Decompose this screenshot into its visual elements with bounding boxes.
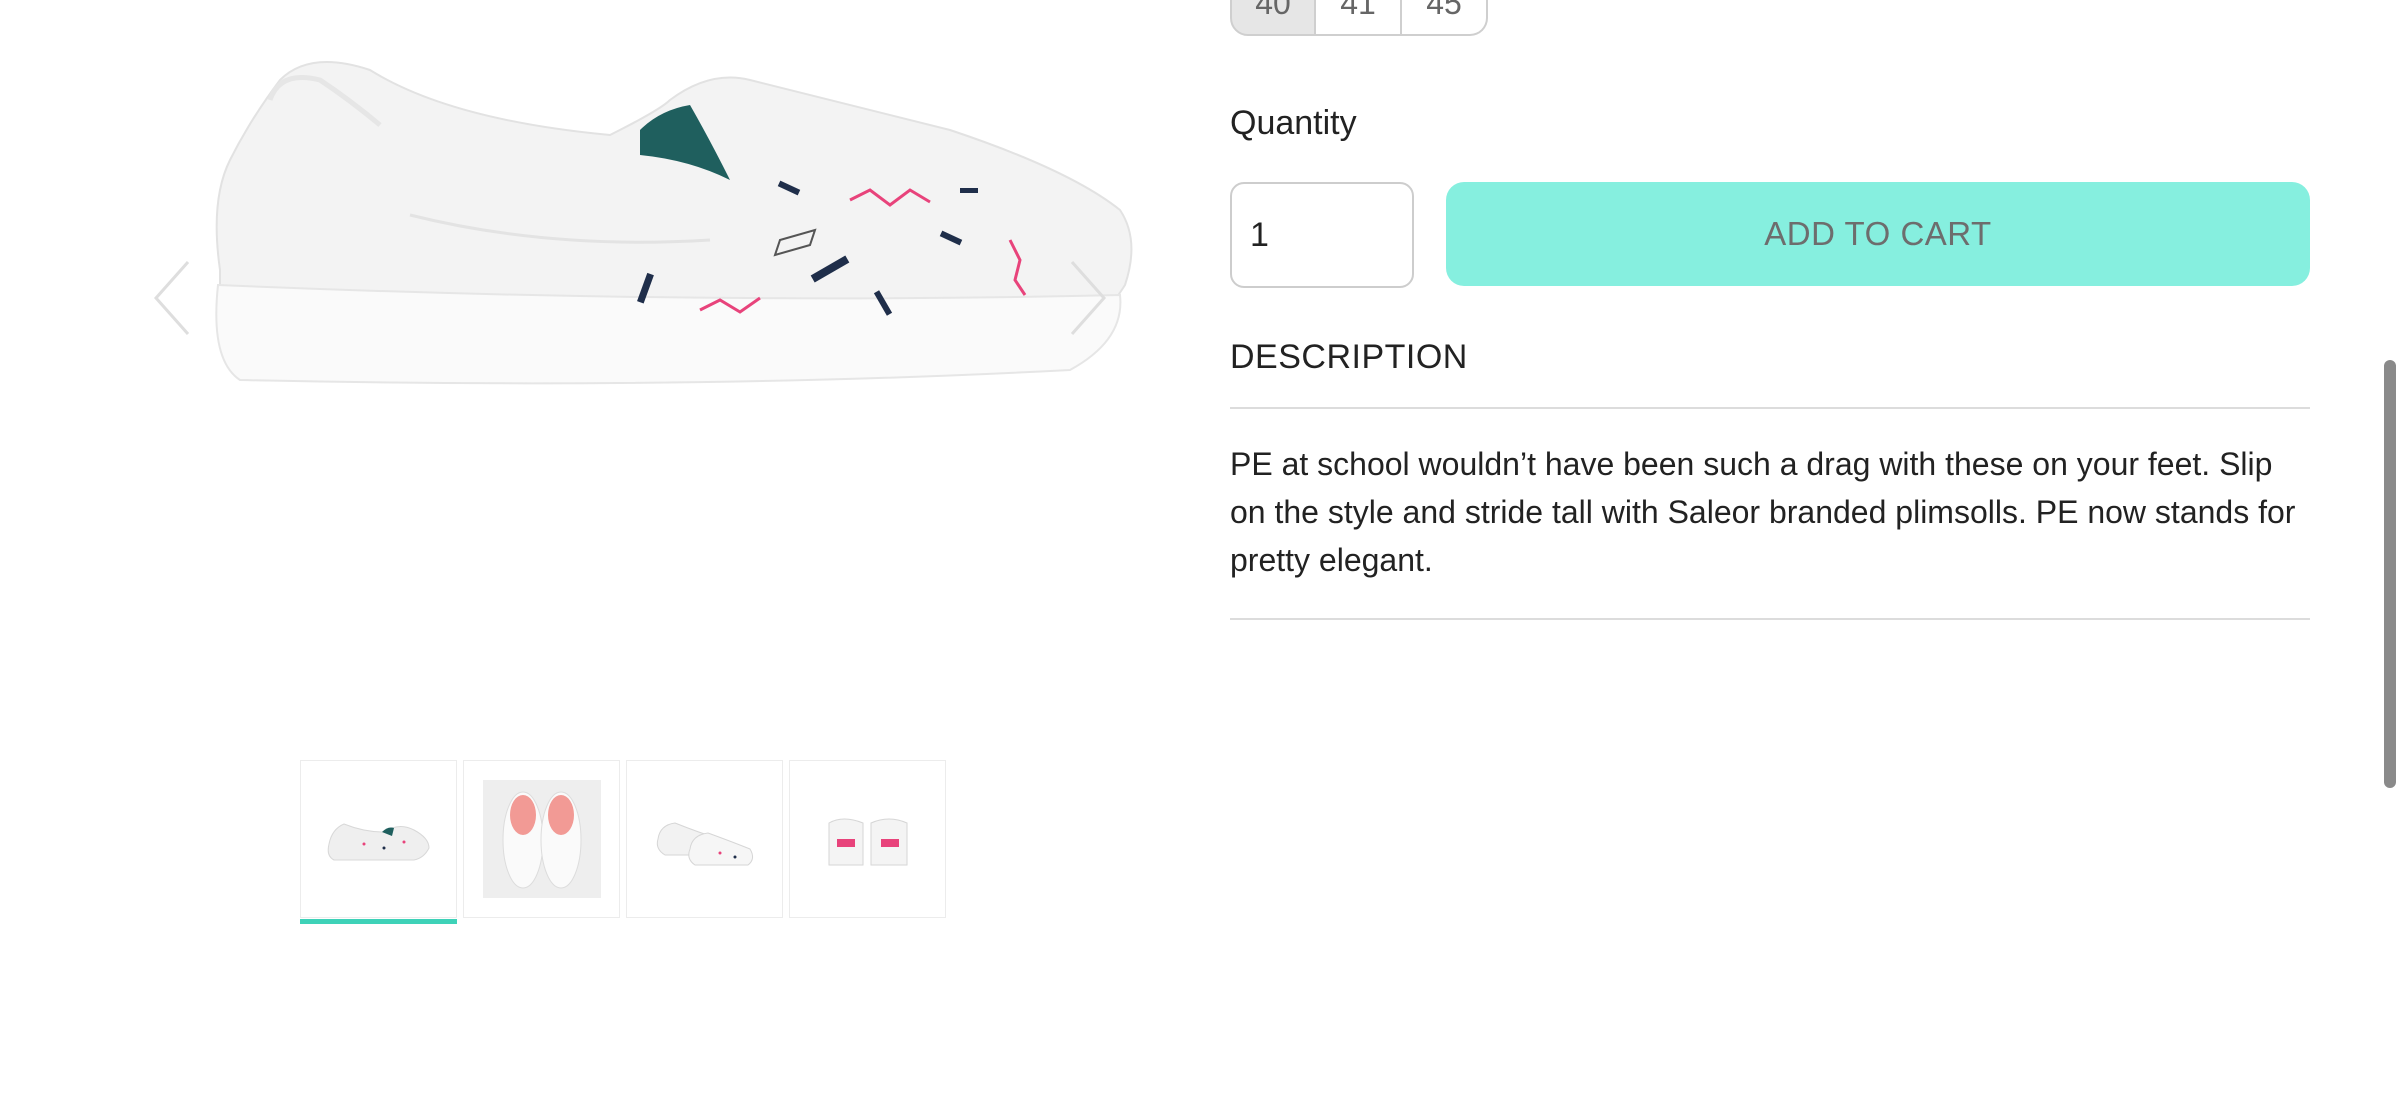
chevron-right-icon[interactable] [1060,258,1110,338]
description-text: PE at school wouldn’t have been such a d… [1230,446,2296,578]
shoe-top-pair-thumbnail-icon [482,780,601,898]
add-to-cart-button[interactable]: ADD TO CART [1446,182,2310,286]
size-option[interactable]: 41 [1316,0,1402,36]
vertical-scrollbar[interactable] [2378,0,2400,1110]
thumbnail-shoe-pair-angle[interactable] [626,760,783,918]
size-option[interactable]: 45 [1402,0,1488,36]
product-gallery [0,0,1180,1110]
product-main-image [215,61,1133,385]
shoe-pair-angle-thumbnail-icon [656,822,753,866]
scrollbar-thumb[interactable] [2384,360,2396,788]
divider [1230,618,2310,620]
thumbnail-shoe-heels[interactable] [789,760,946,918]
size-selector: 40 41 45 [1230,0,1488,36]
divider [1230,407,2310,409]
quantity-label: Quantity [1230,104,1357,142]
thumbnail-shoe-top-pair[interactable] [463,760,620,918]
thumbnail-strip [300,760,946,924]
quantity-input[interactable] [1230,182,1414,288]
shoe-side-thumbnail-icon [327,823,430,861]
thumbnail-shoe-side[interactable] [300,760,457,924]
size-option[interactable]: 40 [1230,0,1316,36]
description-heading: DESCRIPTION [1230,338,1468,376]
shoe-heels-thumbnail-icon [828,818,907,866]
